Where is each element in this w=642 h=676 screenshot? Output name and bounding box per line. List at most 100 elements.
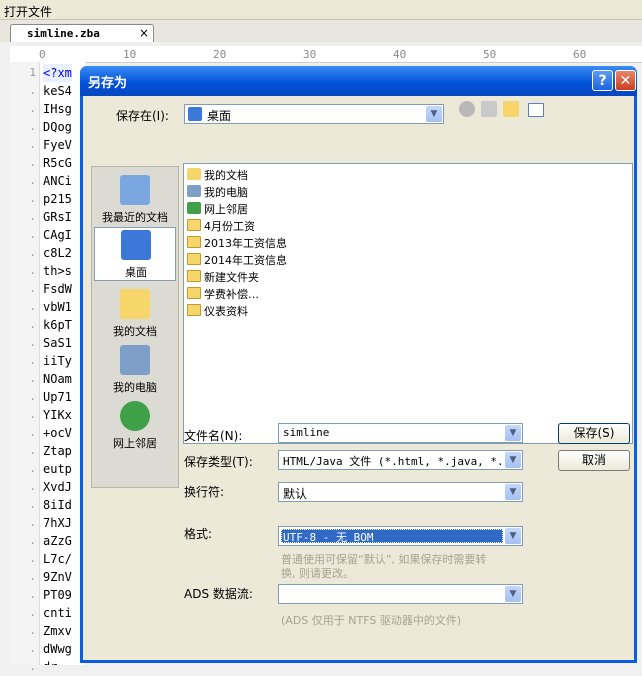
code-line[interactable]: th>s	[43, 262, 72, 280]
chevron-down-icon[interactable]: ▼	[505, 452, 521, 468]
filename-label: 文件名(N):	[184, 429, 243, 443]
place-item[interactable]: 网上邻居	[94, 399, 176, 453]
help-button[interactable]: ?	[592, 70, 613, 91]
filetype-label: 保存类型(T):	[184, 455, 253, 469]
dialog-client: 保存在(I): 桌面 ▼ 我最近的文档 桌面 我的文档 我的电脑 网上邻居 我的文档 我的…	[83, 96, 634, 660]
line-marker: .	[29, 462, 36, 475]
place-item[interactable]: 我的电脑	[94, 343, 176, 397]
file-name: 学费补偿…	[204, 288, 259, 301]
chevron-down-icon[interactable]: ▼	[505, 484, 521, 500]
code-line[interactable]: cnti	[43, 604, 72, 622]
code-line[interactable]: 7hXJ	[43, 514, 72, 532]
code-line[interactable]: dr	[43, 658, 57, 665]
line-marker: .	[29, 642, 36, 655]
code-line[interactable]: Zmxv	[43, 622, 72, 640]
view-menu-icon[interactable]	[528, 103, 544, 117]
code-line[interactable]: vbW1	[43, 298, 72, 316]
place-label: 我最近的文档	[102, 211, 168, 224]
newline-dropdown[interactable]: 默认 ▼	[278, 482, 523, 502]
filetype-value: HTML/Java 文件 (*.html, *.java, *.htm	[283, 455, 501, 468]
code-line[interactable]: NOam	[43, 370, 72, 388]
code-line[interactable]: YIKx	[43, 406, 72, 424]
filetype-dropdown[interactable]: HTML/Java 文件 (*.html, *.java, *.htm ▼	[278, 450, 523, 470]
my-computer-icon	[187, 185, 201, 197]
code-line[interactable]: ANCi	[43, 172, 72, 190]
format-dropdown[interactable]: UTF-8 - 无 BOM ▼	[278, 526, 523, 546]
code-line[interactable]: Up71	[43, 388, 72, 406]
code-line[interactable]: p215	[43, 190, 72, 208]
ads-hint: (ADS 仅用于 NTFS 驱动器中的文件)	[281, 614, 462, 627]
code-line[interactable]: SaS1	[43, 334, 72, 352]
folder-icon	[187, 219, 201, 231]
save-in-label: 保存在(I):	[116, 109, 169, 123]
ads-dropdown[interactable]: ▼	[278, 584, 523, 604]
line-marker: .	[29, 192, 36, 205]
tab-simline[interactable]: simline.zba ×	[10, 24, 154, 42]
code-line[interactable]: Ztap	[43, 442, 72, 460]
code-line[interactable]: GRsI	[43, 208, 72, 226]
dialog-titlebar[interactable]: 另存为 ? ✕	[80, 66, 637, 96]
code-line[interactable]: 9ZnV	[43, 568, 72, 586]
code-line[interactable]: 8iId	[43, 496, 72, 514]
code-line[interactable]: +ocV	[43, 424, 72, 442]
menu-title[interactable]: 打开文件	[4, 3, 52, 20]
line-marker: .	[29, 444, 36, 457]
chevron-down-icon[interactable]: ▼	[505, 586, 521, 602]
code-line[interactable]: c8L2	[43, 244, 72, 262]
code-line[interactable]: keS4	[43, 82, 72, 100]
line-marker: .	[29, 210, 36, 223]
place-item[interactable]: 我最近的文档	[94, 173, 176, 227]
place-label: 网上邻居	[113, 437, 157, 450]
ruler-tick: 60	[573, 48, 587, 61]
code-line[interactable]: dWwg	[43, 640, 72, 658]
code-line[interactable]: k6pT	[43, 316, 72, 334]
line-marker: .	[29, 102, 36, 115]
code-line[interactable]: iiTy	[43, 352, 72, 370]
save-in-dropdown[interactable]: 桌面 ▼	[184, 104, 444, 124]
code-line[interactable]: L7c/	[43, 550, 72, 568]
line-marker: .	[29, 660, 36, 673]
code-line[interactable]: IHsg	[43, 100, 72, 118]
recent-documents-icon	[120, 175, 150, 205]
dialog-title: 另存为	[88, 76, 128, 91]
code-line[interactable]: PT09	[43, 586, 72, 604]
line-marker: .	[29, 156, 36, 169]
back-icon[interactable]	[459, 101, 475, 117]
place-item[interactable]: 我的文档	[94, 287, 176, 341]
line-marker: .	[29, 516, 36, 529]
file-name: 2014年工资信息	[204, 254, 287, 267]
line-marker: .	[29, 264, 36, 277]
line-marker: .	[29, 84, 36, 97]
chevron-down-icon[interactable]: ▼	[505, 425, 521, 441]
file-name: 我的文档	[204, 169, 248, 182]
cancel-button[interactable]: 取消	[558, 450, 630, 471]
code-line[interactable]: DQog	[43, 118, 72, 136]
code-line[interactable]: FsdW	[43, 280, 72, 298]
ruler-tick: 10	[123, 48, 137, 61]
place-label: 我的电脑	[113, 381, 157, 394]
file-name: 我的电脑	[204, 186, 248, 199]
chevron-down-icon[interactable]: ▼	[505, 528, 521, 544]
chevron-down-icon[interactable]: ▼	[426, 106, 442, 122]
line-marker: .	[29, 588, 36, 601]
code-line[interactable]: aZzG	[43, 532, 72, 550]
folder-icon	[187, 270, 201, 282]
new-folder-icon[interactable]	[503, 101, 519, 117]
close-button[interactable]: ✕	[615, 70, 636, 91]
file-list[interactable]: 我的文档 我的电脑 网上邻居 4月份工资 2013年工资信息 2014年工资信息 新建文件夹…	[183, 163, 633, 444]
tab-close-icon[interactable]: ×	[139, 26, 149, 40]
code-line[interactable]: CAgI	[43, 226, 72, 244]
code-line[interactable]: XvdJ	[43, 478, 72, 496]
code-line[interactable]: R5cG	[43, 154, 72, 172]
places-bar: 我最近的文档桌面我的文档我的电脑网上邻居	[91, 166, 179, 488]
code-line[interactable]: eutp	[43, 460, 72, 478]
place-item[interactable]: 桌面	[94, 227, 176, 281]
line-marker: .	[29, 570, 36, 583]
code-line[interactable]: FyeV	[43, 136, 72, 154]
code-line[interactable]: <?xm	[43, 64, 72, 82]
save-button[interactable]: 保存(S)	[558, 423, 630, 444]
folder-icon	[187, 304, 201, 316]
filename-input[interactable]: simline ▼	[278, 423, 523, 443]
up-folder-icon[interactable]	[481, 101, 497, 117]
code-area[interactable]: <?xm keS4 IHsg DQog FyeV R5cG ANCi p215 GRsI CAgI…	[40, 62, 85, 665]
